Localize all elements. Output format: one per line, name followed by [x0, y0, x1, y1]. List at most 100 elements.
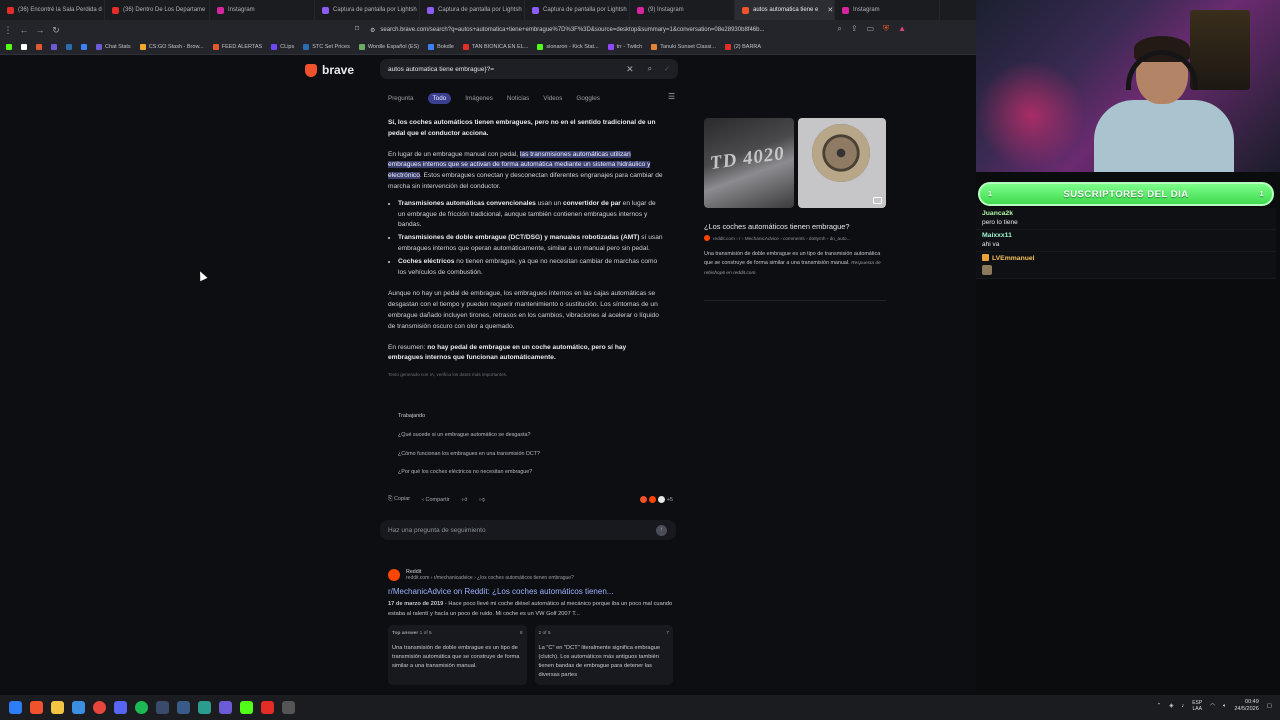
result-site[interactable]: Reddit reddit.com › r/mechanicadvice › ¿… — [388, 569, 673, 581]
result-title-link[interactable]: r/MechanicAdvice on Reddit: ¿Los coches … — [388, 587, 673, 596]
notifications-icon[interactable]: ▢ — [1267, 703, 1272, 709]
clock[interactable]: 00:49 24/5/2026 — [1234, 699, 1258, 713]
send-icon[interactable]: ↑ — [656, 525, 667, 536]
filter-icon[interactable]: ☰ — [668, 92, 675, 101]
search-tab[interactable]: Noticias — [507, 95, 529, 102]
bookmark-item[interactable]: trr - Twitch — [607, 44, 642, 50]
clear-icon[interactable]: ✕ — [626, 64, 634, 75]
app-icon[interactable] — [198, 701, 211, 714]
obs-icon[interactable] — [93, 701, 106, 714]
reload-icon[interactable]: ↻ — [48, 25, 64, 36]
bookmark-shortcut-icon[interactable] — [21, 44, 27, 50]
bookmark-icon[interactable]: ⌑ — [355, 24, 359, 33]
language-indicator[interactable]: ESP LAA — [1192, 700, 1202, 712]
bookmark-item[interactable]: TAN BIONICA EN EL... — [462, 44, 528, 50]
side-description: Una transmisión de doble embrague es un … — [704, 251, 881, 276]
app-icon[interactable] — [282, 701, 295, 714]
bookmark-shortcut-icon[interactable] — [36, 44, 42, 50]
bookmark-item[interactable]: CLips — [271, 44, 294, 50]
forward-icon[interactable]: → — [32, 25, 48, 35]
search-tab[interactable]: Goggles — [576, 95, 599, 102]
thumbs-up-icon[interactable]: 👍︎ — [462, 497, 468, 503]
discord-icon[interactable] — [114, 701, 127, 714]
browser-tab[interactable]: Instagram — [835, 0, 940, 20]
search-icon[interactable]: ⌕ — [837, 24, 841, 34]
bookmark-item[interactable]: (2) BARRA — [724, 44, 761, 50]
check-icon[interactable]: ✓ — [664, 65, 670, 73]
tab-favicon-icon — [742, 6, 749, 14]
browser-tab[interactable]: Captura de pantalla por Lightsh — [420, 0, 525, 20]
brave-icon[interactable] — [30, 701, 43, 714]
answer-summary: En resumen: no hay pedal de embrague en … — [388, 343, 627, 362]
source-avatars[interactable]: +5 — [639, 496, 673, 503]
browser-tab[interactable]: autos automatica tiene e ✕ — [735, 0, 835, 20]
answer-card[interactable]: 2 of 5 7 La "C" en "DCT" literalmente sign… — [534, 625, 673, 685]
browser-tab[interactable]: Instagram — [210, 0, 315, 20]
browser-tab[interactable]: (36) Dentro De Los Departame — [105, 0, 210, 20]
back-icon[interactable]: ← — [16, 25, 32, 35]
search-icon[interactable]: ⌕ — [648, 64, 652, 74]
browser-tab[interactable]: (9) Instagram — [630, 0, 735, 20]
chat-message: LVEmmanuel — [976, 252, 1276, 279]
browser-tab[interactable]: Captura de pantalla por Lightsh — [525, 0, 630, 20]
browser-tab[interactable]: Captura de pantalla por Lightsh — [315, 0, 420, 20]
browser-tab[interactable]: (36) Encontré la Sala Perdida d — [0, 0, 105, 20]
app-icon[interactable] — [156, 701, 169, 714]
bookmark-item[interactable]: STC Set Prices — [303, 44, 350, 50]
followup-input[interactable]: Haz una pregunta de seguimiento ↑ — [380, 520, 676, 540]
spotify-icon[interactable] — [135, 701, 148, 714]
search-tab[interactable]: Pregunta — [388, 95, 414, 102]
app-icon[interactable] — [261, 701, 274, 714]
kick-icon[interactable] — [240, 701, 253, 714]
bookmark-favicon-icon — [271, 44, 278, 50]
address-field[interactable]: ⚙ search.brave.com/search?q=autos+automa… — [370, 23, 850, 37]
side-image-1[interactable]: TD 4020 — [704, 118, 794, 208]
bookmark-item[interactable]: Chat Stats — [96, 44, 131, 50]
volume-icon[interactable]: ♪ — [1181, 703, 1184, 709]
related-question[interactable]: ¿Qué sucede si un embrague automático se… — [388, 432, 678, 451]
speaker-icon[interactable]: 🔈︎ — [1223, 703, 1226, 710]
network-icon[interactable]: ◈ — [1169, 703, 1173, 709]
search-tab[interactable]: Todo — [427, 93, 452, 104]
bookmark-item[interactable]: sionaron - Kick Stat... — [537, 44, 599, 50]
apps-icon[interactable]: ⋮ — [0, 25, 16, 36]
bookmark-item[interactable]: CS:GO Stash - Brow... — [139, 44, 204, 50]
bookmark-shortcut-icon[interactable] — [6, 44, 12, 50]
side-title[interactable]: ¿Los coches automáticos tienen embrague? — [704, 222, 849, 231]
search-tab[interactable]: Imágenes — [465, 95, 493, 102]
bookmark-shortcut-icon[interactable] — [81, 44, 87, 50]
related-question[interactable]: ¿Por qué los coches eléctricos no necesi… — [388, 469, 678, 488]
bookmark-item[interactable]: FEED ALERTAS — [212, 44, 262, 50]
side-source[interactable]: reddit.com › r › MechanicAdvice › commen… — [704, 235, 851, 241]
bookmark-shortcut-icon[interactable] — [66, 44, 72, 50]
bookmark-shortcut-icon[interactable] — [51, 44, 57, 50]
steam-icon[interactable] — [177, 701, 190, 714]
bookmark-item[interactable]: Bokdle — [428, 44, 454, 50]
wallet-icon[interactable]: ▭ — [867, 24, 875, 34]
wifi-icon[interactable]: ◠ — [1210, 703, 1215, 709]
bookmark-item[interactable]: Wordle Español (ES) — [358, 44, 419, 50]
search-input[interactable]: autos automatica tiene embrague}?= ✕ ⌕ ✓ — [380, 59, 678, 79]
app-icon[interactable] — [219, 701, 232, 714]
site-info-icon[interactable]: ⚙ — [370, 27, 375, 34]
search-results-page: brave autos automatica tiene embrague}?=… — [0, 55, 976, 695]
related-question[interactable]: ¿Cómo funcionan los embragues en una tra… — [388, 451, 678, 470]
share-icon[interactable]: ⇪ — [851, 24, 858, 34]
share-button[interactable]: ‹ Compartir — [422, 497, 450, 503]
brave-logo[interactable]: brave — [305, 63, 354, 77]
brave-shield-icon[interactable]: ⛨ — [883, 24, 889, 34]
folder-icon[interactable] — [51, 701, 64, 714]
bookmark-item[interactable]: Tanuki Sunset Classi... — [651, 44, 716, 50]
side-image-2[interactable] — [798, 118, 886, 208]
close-icon[interactable]: ✕ — [827, 6, 833, 14]
thumbs-down-icon[interactable]: 👎︎ — [479, 497, 485, 503]
answer-bullets: Transmisiones automáticas convencionales… — [398, 199, 663, 279]
app-icon[interactable] — [72, 701, 85, 714]
search-tab[interactable]: Videos — [543, 95, 562, 102]
chevron-up-icon[interactable]: ⌃ — [1157, 703, 1162, 709]
answer-card[interactable]: Top answer 1 of 5 8 Una transmisión de dob… — [388, 625, 527, 685]
rewards-icon[interactable]: ▲ — [898, 24, 906, 34]
copy-button[interactable]: ⎘ Copiar — [388, 496, 410, 503]
bookmark-favicon-icon — [96, 44, 102, 50]
start-icon[interactable] — [9, 701, 22, 714]
